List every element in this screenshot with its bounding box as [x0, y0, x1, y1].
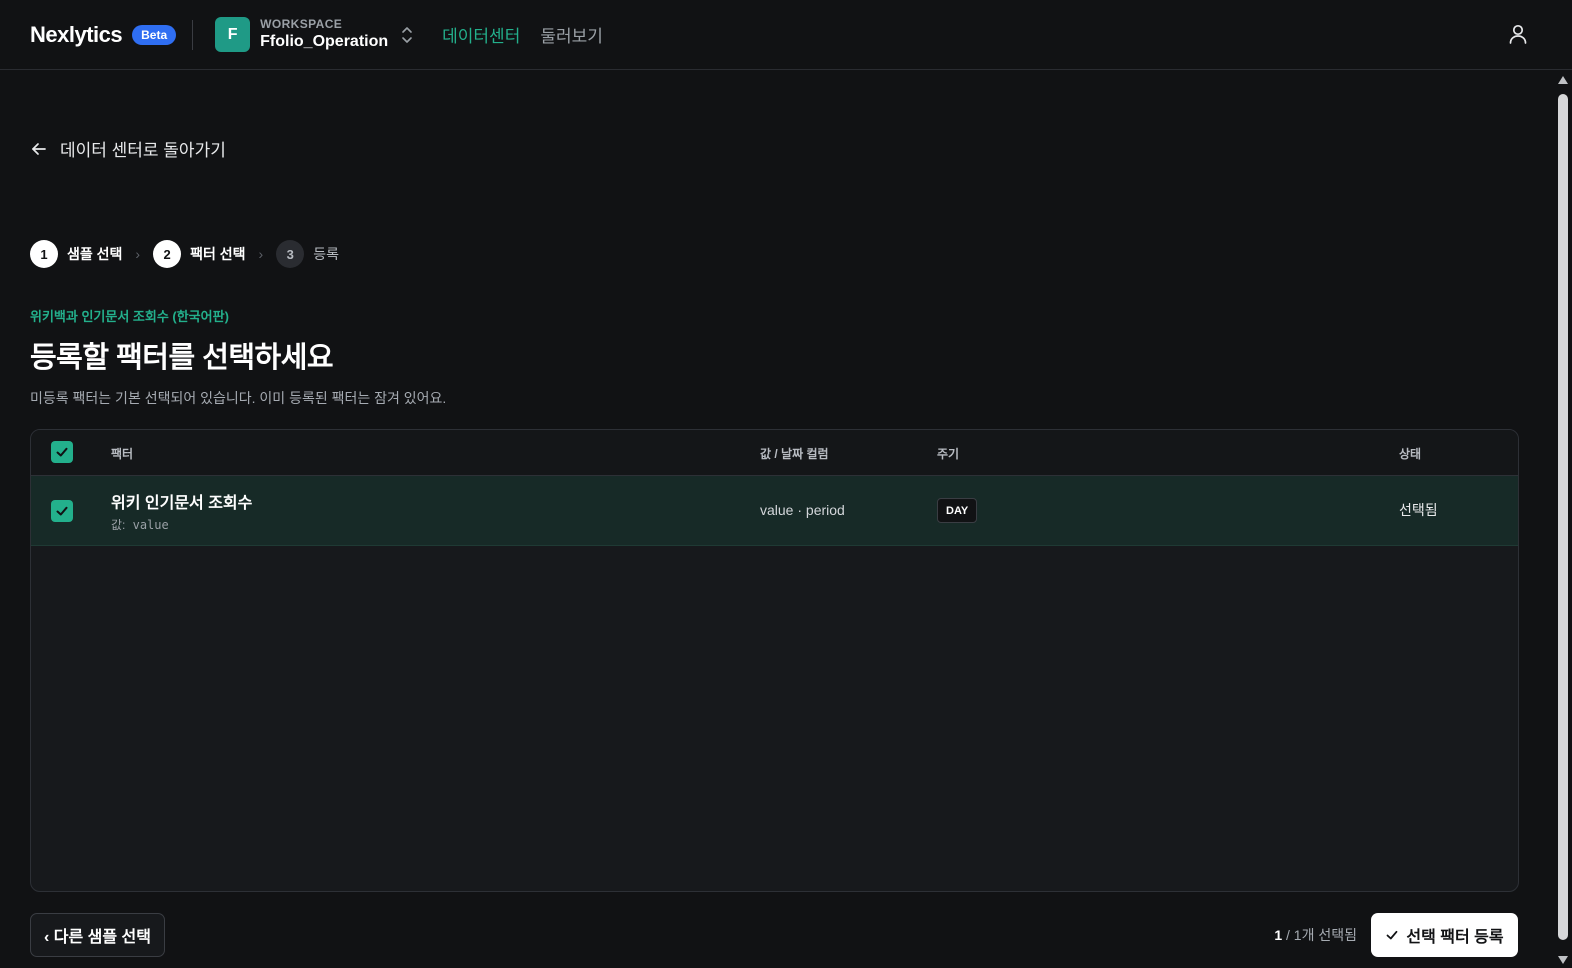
nav-data-center[interactable]: 데이터센터 [442, 22, 520, 47]
select-other-sample-button[interactable]: ‹ 다른 샘플 선택 [30, 913, 165, 957]
divider [192, 19, 194, 50]
arrow-left-icon [32, 142, 46, 155]
period-badge: DAY [937, 498, 978, 523]
page-scrollbar[interactable] [1554, 70, 1572, 968]
row-checkbox[interactable] [51, 500, 73, 522]
workspace-name: Ffolio_Operation [260, 33, 389, 51]
dataset-name: 위키백과 인기문서 조회수 (한국어판) [30, 309, 229, 324]
back-link-label: 데이터 센터로 돌아가기 [60, 141, 226, 160]
beta-badge: Beta [132, 24, 177, 45]
scroll-thumb[interactable] [1558, 94, 1568, 940]
value-column-name: value [132, 518, 169, 532]
chevron-updown-icon [402, 26, 412, 43]
selected-count-suffix: / 1개 선택됨 [1282, 927, 1357, 943]
step-chevron-icon: › [258, 246, 264, 262]
step-3-number: 3 [276, 240, 305, 268]
nav-explore[interactable]: 둘러보기 [540, 22, 603, 47]
page-title: 등록할 팩터를 선택하세요 [30, 342, 334, 374]
column-header-period[interactable]: 주기 [937, 445, 959, 462]
check-icon [1386, 930, 1398, 940]
workspace-caption: WORKSPACE [260, 17, 343, 32]
stepper: 1 샘플 선택 › 2 팩터 선택 › 3 등록 [30, 240, 339, 268]
scroll-down-arrow[interactable] [1558, 956, 1568, 964]
check-icon [56, 447, 68, 457]
factor-table: 팩터 값 / 날짜 컬럼 주기 상태 위키 인기문서 조회수 값: value … [30, 429, 1519, 892]
workspace-info: WORKSPACE Ffolio_Operation [260, 17, 389, 51]
register-button-label: 선택 팩터 등록 [1406, 929, 1504, 946]
status-text: 선택됨 [1399, 502, 1438, 518]
selection-count: 1 / 1개 선택됨 [1274, 925, 1357, 945]
step-2-number: 2 [153, 240, 182, 268]
workspace-switcher[interactable]: F WORKSPACE Ffolio_Operation [215, 17, 414, 52]
top-navbar: Nexlytics Beta F WORKSPACE Ffolio_Operat… [0, 0, 1572, 70]
scroll-up-arrow[interactable] [1558, 76, 1568, 84]
column-header-factor[interactable]: 팩터 [111, 445, 133, 462]
workspace-avatar: F [215, 17, 251, 52]
page-description: 미등록 팩터는 기본 선택되어 있습니다. 이미 등록된 팩터는 잠겨 있어요. [30, 390, 447, 406]
selected-count: 1 [1274, 927, 1283, 943]
step-chevron-icon: › [135, 246, 141, 262]
table-row[interactable]: 위키 인기문서 조회수 값: value value · period DAY … [31, 476, 1518, 546]
step-3-label: 등록 [313, 246, 339, 262]
user-icon[interactable] [1506, 22, 1530, 46]
factor-name: 위키 인기문서 조회수 [111, 495, 253, 512]
register-selected-factors-button[interactable]: 선택 팩터 등록 [1371, 913, 1518, 957]
column-header-columns[interactable]: 값 / 날짜 컬럼 [760, 445, 829, 462]
step-2-label: 팩터 선택 [190, 246, 246, 262]
check-icon [56, 506, 68, 516]
factor-value-column: 값: value [111, 516, 169, 533]
table-header: 팩터 값 / 날짜 컬럼 주기 상태 [31, 430, 1518, 476]
select-all-checkbox[interactable] [51, 441, 73, 463]
value-prefix: 값: [111, 518, 126, 532]
step-1-label: 샘플 선택 [67, 246, 123, 262]
column-header-status[interactable]: 상태 [1399, 445, 1421, 462]
step-1-number: 1 [30, 240, 58, 268]
back-to-data-center-link[interactable]: 데이터 센터로 돌아가기 [30, 136, 226, 161]
app-logo[interactable]: Nexlytics [30, 22, 123, 48]
value-date-columns: value · period [760, 502, 845, 518]
